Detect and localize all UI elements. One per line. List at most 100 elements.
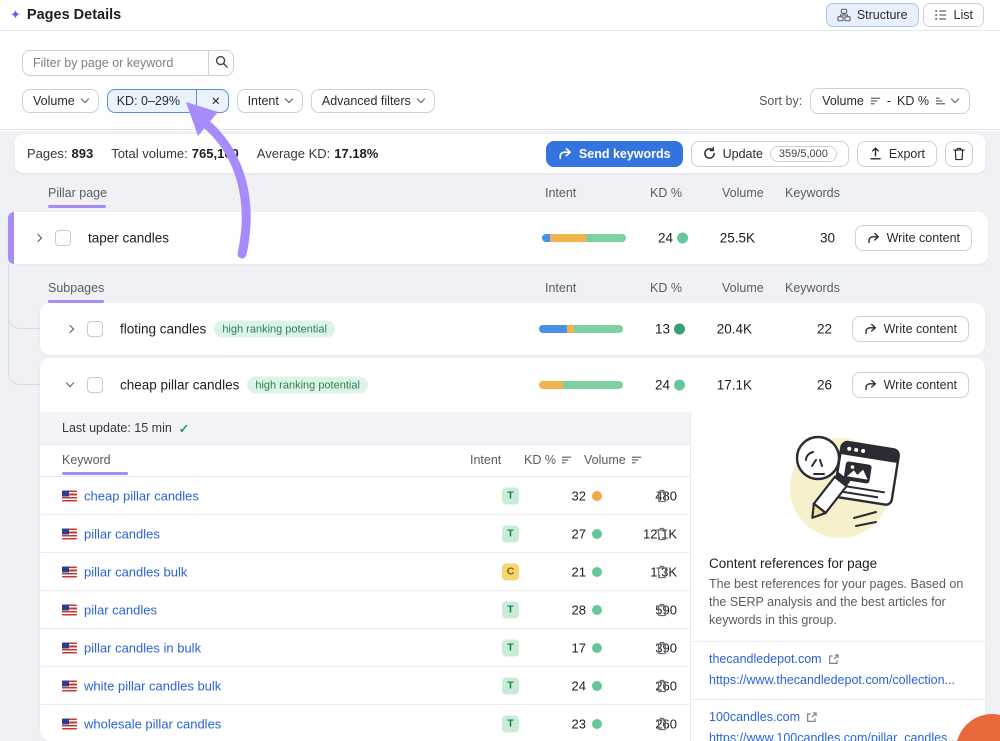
column-intent: Intent [545, 186, 576, 200]
subpages-section-header: Subpages Intent KD % Volume Keywords [0, 281, 1000, 301]
kd-dot [592, 643, 602, 653]
intent-bar [539, 325, 623, 333]
delete-button[interactable] [945, 141, 973, 167]
subpage-name: floting candles [120, 322, 206, 337]
pages-details-screen: ✦ Pages Details Structure List Volume [0, 0, 1000, 741]
kd-dot [592, 605, 602, 615]
kd-dot [674, 324, 685, 335]
trash-icon[interactable] [656, 641, 668, 655]
pillar-page-label: Pillar page [48, 186, 107, 200]
keyword-underline-annotation [62, 472, 128, 475]
write-content-button[interactable]: Write content [855, 225, 972, 251]
pillar-page-row[interactable]: taper candles 24 25.5K 30 Write content [8, 212, 988, 264]
column-keywords: Keywords [785, 281, 840, 295]
column-keywords: Keywords [785, 186, 840, 200]
intent-filter-chip[interactable]: Intent [237, 89, 303, 113]
sort-asc-icon [935, 96, 946, 106]
reference-item: 100candles.com https://www.100candles.co… [691, 699, 985, 741]
trash-icon[interactable] [656, 679, 668, 693]
trash-icon[interactable] [656, 565, 668, 579]
advanced-filters-chip[interactable]: Advanced filters [311, 89, 435, 113]
trash-icon[interactable] [656, 603, 668, 617]
expand-chevron-right-icon[interactable] [62, 321, 78, 337]
column-kd-sort[interactable]: KD % [524, 453, 572, 467]
write-content-button[interactable]: Write content [852, 372, 969, 398]
keyword-link[interactable]: white pillar candles bulk [84, 678, 221, 693]
kd-filter-label: KD: 0–29% [108, 94, 189, 108]
keyword-row: wholesale pillar candles T 23 260 [40, 705, 690, 741]
check-icon: ✓ [179, 421, 189, 436]
row-checkbox[interactable] [87, 321, 103, 337]
send-keywords-button[interactable]: Send keywords [546, 141, 683, 167]
volume-filter-chip[interactable]: Volume [22, 89, 99, 113]
sort-select[interactable]: Volume - KD % [810, 88, 970, 114]
us-flag-icon [62, 528, 77, 539]
subpage-row[interactable]: cheap pillar candles high ranking potent… [40, 358, 985, 412]
page-title: Pages Details [27, 7, 121, 23]
main-area: Pages:893 Total volume:765,160 Average K… [0, 131, 1000, 741]
update-button[interactable]: Update 359/5,000 [691, 141, 849, 167]
volume-filter-label: Volume [33, 94, 75, 108]
keyword-link[interactable]: pilar candles [84, 602, 157, 617]
update-label: Update [723, 147, 763, 161]
keyword-link[interactable]: cheap pillar candles [84, 488, 199, 503]
filter-bar: Volume KD: 0–29% ✕ Intent Advanced filte… [0, 31, 1000, 130]
column-volume: Volume [722, 186, 764, 200]
structure-label: Structure [857, 8, 908, 22]
row-checkbox[interactable] [55, 230, 71, 246]
trash-icon[interactable] [656, 527, 668, 541]
intent-filter-label: Intent [248, 94, 279, 108]
list-view-button[interactable]: List [923, 3, 984, 27]
share-arrow-icon [558, 147, 572, 160]
kd-dot [592, 719, 602, 729]
intent-badge: C [502, 563, 519, 580]
column-kd: KD % [650, 186, 682, 200]
search-input[interactable] [22, 50, 208, 76]
kd-filter-chip[interactable]: KD: 0–29% ✕ [107, 89, 229, 113]
write-content-button[interactable]: Write content [852, 316, 969, 342]
update-quota-badge: 359/5,000 [770, 146, 837, 162]
reference-domain-link[interactable]: 100candles.com [709, 710, 967, 724]
export-button[interactable]: Export [857, 141, 937, 167]
chevron-down-icon [951, 95, 959, 103]
kd-dot [592, 529, 602, 539]
reference-domain-link[interactable]: thecandledepot.com [709, 652, 967, 666]
us-flag-icon [62, 718, 77, 729]
kd-filter-remove-button[interactable]: ✕ [204, 90, 228, 112]
us-flag-icon [62, 604, 77, 615]
column-volume-sort[interactable]: Volume [584, 453, 642, 467]
reference-url-link[interactable]: https://www.thecandledepot.com/collectio… [709, 673, 967, 687]
expand-chevron-right-icon[interactable] [30, 230, 46, 246]
reference-item: thecandledepot.com https://www.thecandle… [691, 641, 985, 699]
keyword-link[interactable]: wholesale pillar candles [84, 716, 221, 731]
write-content-label: Write content [887, 231, 960, 245]
collapse-chevron-down-icon[interactable] [62, 377, 78, 393]
pillar-section-header: Pillar page Intent KD % Volume Keywords [0, 186, 1000, 206]
search-button[interactable] [208, 50, 234, 76]
chevron-down-icon [285, 95, 293, 103]
subpage-row[interactable]: floting candles high ranking potential 1… [40, 303, 985, 355]
write-content-label: Write content [884, 378, 957, 392]
intent-bar [539, 381, 623, 389]
keyword-link[interactable]: pillar candles [84, 526, 160, 541]
sort-secondary-label: KD % [897, 94, 929, 108]
structure-view-button[interactable]: Structure [826, 3, 919, 27]
share-arrow-icon [867, 232, 880, 244]
keyword-link[interactable]: pillar candles in bulk [84, 640, 201, 655]
sort-desc-icon [870, 96, 881, 106]
high-ranking-potential-badge: high ranking potential [247, 377, 368, 394]
pillar-page-underline-annotation [48, 205, 106, 208]
trash-icon[interactable] [656, 717, 668, 731]
kd-dot [592, 567, 602, 577]
keyword-link[interactable]: pillar candles bulk [84, 564, 187, 579]
keyword-row: pillar candles T 27 12.1K [40, 515, 690, 553]
chevron-down-icon [80, 95, 88, 103]
column-intent: Intent [545, 281, 576, 295]
reference-url-link[interactable]: https://www.100candles.com/pillar_candle… [709, 731, 967, 741]
kd-value: 24 [572, 678, 586, 693]
trash-icon[interactable] [656, 489, 668, 503]
external-link-icon [828, 654, 839, 665]
sort-primary-label: Volume [822, 94, 864, 108]
row-checkbox[interactable] [87, 377, 103, 393]
keywords-count: 26 [817, 378, 832, 393]
